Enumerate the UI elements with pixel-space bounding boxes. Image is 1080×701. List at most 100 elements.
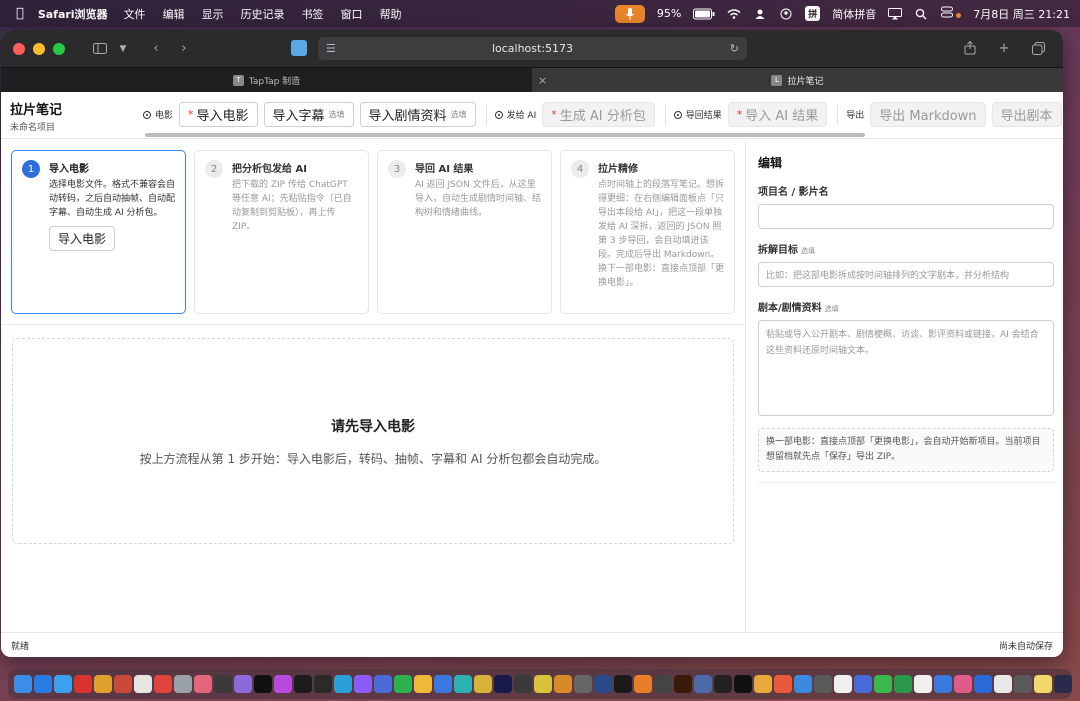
capcut-icon[interactable] [734, 675, 752, 693]
import-subtitle-button[interactable]: 导入字幕 选填 [263, 102, 354, 127]
app-icon[interactable] [914, 675, 932, 693]
app-icon[interactable] [834, 675, 852, 693]
step-import-movie-button[interactable]: 导入电影 [49, 226, 116, 251]
app-store-icon[interactable] [34, 675, 52, 693]
reader-icon[interactable]: ☰ [326, 42, 336, 55]
app-icon[interactable] [694, 675, 712, 693]
tab-overview-icon[interactable] [1025, 37, 1051, 59]
app-icon[interactable] [954, 675, 972, 693]
import-movie-button[interactable]: * 导入电影 [179, 102, 258, 127]
app-icon[interactable] [194, 675, 212, 693]
account-circle-icon[interactable] [779, 8, 793, 20]
app-icon[interactable] [434, 675, 452, 693]
app-icon[interactable] [554, 675, 572, 693]
app-icon[interactable] [474, 675, 492, 693]
input-method-icon[interactable]: 拼 [805, 6, 821, 21]
back-icon[interactable]: ‹ [143, 38, 169, 60]
goal-input[interactable]: 比如：把这部电影拆成按时间轴排列的文字剧本，并分析结构 [758, 262, 1054, 287]
input-method-label[interactable]: 简体拼音 [832, 6, 876, 22]
app-icon[interactable] [454, 675, 472, 693]
app-icon[interactable] [114, 675, 132, 693]
import-script-button[interactable]: 导入剧情资料 选填 [359, 102, 476, 127]
step-card-3[interactable]: 3 导回 AI 结果 AI 返回 JSON 文件后，从这里导入，自动生成剧情时间… [377, 150, 552, 314]
app-icon[interactable] [274, 675, 292, 693]
sidebar-toggle-icon[interactable] [87, 38, 113, 60]
app-icon[interactable] [374, 675, 392, 693]
wechat-icon[interactable] [394, 675, 412, 693]
app-icon[interactable] [134, 675, 152, 693]
search-icon[interactable] [914, 8, 928, 20]
app-icon[interactable] [514, 675, 532, 693]
share-icon[interactable] [957, 37, 983, 59]
app-icon[interactable] [294, 675, 312, 693]
screen-mirroring-icon[interactable] [888, 7, 903, 20]
app-icon[interactable] [414, 675, 432, 693]
step-card-4[interactable]: 4 拉片精修 点时间轴上的段落写笔记。想拆得更细：在右侧编辑面板点「只导出本段给… [560, 150, 735, 314]
control-center-icon[interactable] [940, 6, 962, 21]
menu-edit[interactable]: 编辑 [163, 6, 185, 22]
zoom-window-button[interactable] [53, 42, 65, 55]
finder-icon[interactable] [14, 675, 32, 693]
tab-taptap[interactable]: T TapTap 制造 [1, 68, 532, 92]
close-tab-icon[interactable]: × [538, 74, 547, 87]
app-icon[interactable] [354, 675, 372, 693]
generate-ai-package-button[interactable]: * 生成 AI 分析包 [542, 102, 655, 127]
app-icon[interactable] [594, 675, 612, 693]
blender-icon[interactable] [634, 675, 652, 693]
step-card-2[interactable]: 2 把分析包发给 AI 把下载的 ZIP 传给 ChatGPT 等任意 AI；先… [194, 150, 369, 314]
microphone-icon[interactable] [614, 4, 645, 23]
chevron-down-icon[interactable]: ▼ [115, 38, 131, 60]
netease-music-icon[interactable] [74, 675, 92, 693]
empty-state-dropzone[interactable]: 请先导入电影 按上方流程从第 1 步开始：导入电影后，转码、抽帧、字幕和 AI … [12, 338, 734, 544]
app-icon[interactable] [1014, 675, 1032, 693]
address-url[interactable]: localhost:5173 [492, 42, 573, 55]
wifi-icon[interactable] [727, 8, 741, 20]
app-icon[interactable] [1034, 675, 1052, 693]
help-icon[interactable] [574, 675, 592, 693]
menu-window[interactable]: 窗口 [341, 6, 363, 22]
menu-view[interactable]: 显示 [202, 6, 224, 22]
reload-icon[interactable]: ↻ [730, 42, 739, 55]
menu-bookmarks[interactable]: 书签 [302, 6, 324, 22]
minimize-window-button[interactable] [33, 42, 45, 55]
menubar-app-name[interactable]: Safari浏览器 [38, 6, 108, 22]
address-bar[interactable]: ☰ localhost:5173 ↻ [318, 37, 747, 60]
chrome-icon[interactable] [94, 675, 112, 693]
app-icon[interactable] [894, 675, 912, 693]
script-textarea[interactable]: 粘贴或导入公开剧本、剧情梗概、访谈、影评资料或链接，AI 会结合这些资料还原时间… [758, 320, 1054, 416]
import-ai-result-button[interactable]: * 导入 AI 结果 [727, 102, 828, 127]
menu-help[interactable]: 帮助 [380, 6, 402, 22]
app-icon[interactable] [774, 675, 792, 693]
app-icon[interactable] [794, 675, 812, 693]
header-scrollbar[interactable] [145, 133, 865, 137]
app-icon[interactable] [874, 675, 892, 693]
forward-icon[interactable]: › [171, 38, 197, 60]
app-icon[interactable] [994, 675, 1012, 693]
app-icon[interactable] [214, 675, 232, 693]
app-icon[interactable] [754, 675, 772, 693]
close-window-button[interactable] [13, 42, 25, 55]
apple-menu-icon[interactable]:  [16, 6, 24, 21]
tiktok-icon[interactable] [254, 675, 272, 693]
menubar-clock[interactable]: 7月8日 周三 21:21 [973, 6, 1070, 22]
app-icon[interactable] [974, 675, 992, 693]
export-script-button[interactable]: 导出剧本 [991, 102, 1062, 127]
menu-file[interactable]: 文件 [124, 6, 146, 22]
extension-cube-icon[interactable] [291, 40, 307, 56]
safari-icon[interactable] [54, 675, 72, 693]
app-icon[interactable] [154, 675, 172, 693]
after-effects-icon[interactable] [494, 675, 512, 693]
user-icon[interactable] [753, 8, 767, 20]
battery-icon[interactable] [693, 8, 715, 20]
step-card-1[interactable]: 1 导入电影 选择电影文件。格式不兼容会自动转码，之后自动抽帧、自动配字幕、自动… [11, 150, 186, 314]
illustrator-icon[interactable] [674, 675, 692, 693]
app-icon[interactable] [1054, 675, 1072, 693]
app-icon[interactable] [934, 675, 952, 693]
project-name-input[interactable] [758, 204, 1054, 229]
app-icon[interactable] [234, 675, 252, 693]
tab-lapian-notes[interactable]: × L 拉片笔记 [532, 68, 1063, 92]
app-icon[interactable] [814, 675, 832, 693]
app-icon[interactable] [174, 675, 192, 693]
new-tab-icon[interactable]: + [991, 37, 1017, 59]
menu-history[interactable]: 历史记录 [241, 6, 285, 22]
